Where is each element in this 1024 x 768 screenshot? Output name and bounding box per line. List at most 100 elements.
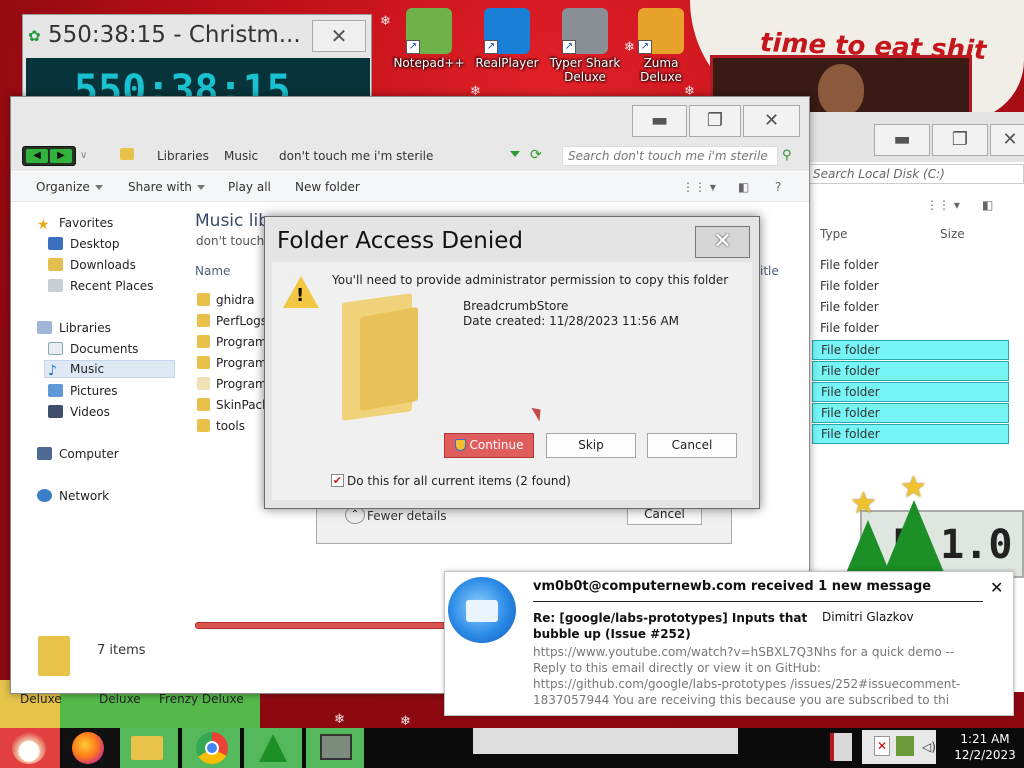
file-type-cell[interactable]: File folder — [812, 256, 1009, 276]
volume-icon[interactable]: ◁) — [922, 740, 936, 754]
search-input[interactable]: Search Local Disk (C:) — [808, 164, 1024, 184]
nav-libraries[interactable]: Libraries — [37, 321, 111, 335]
file-type-cell[interactable]: File folder — [812, 277, 1009, 297]
view-options-icon[interactable]: ⋮⋮ ▾ — [682, 180, 716, 194]
file-row[interactable]: PerfLogs — [197, 314, 267, 328]
folder-icon — [197, 398, 210, 411]
recent-pages-dropdown[interactable]: ∨ — [80, 150, 87, 161]
desktop-icon-label[interactable]: Frenzy Deluxe — [159, 692, 244, 706]
file-row[interactable]: Program — [197, 335, 267, 349]
cancel-button[interactable]: Cancel — [647, 433, 737, 458]
nav-music[interactable]: ♪ Music — [48, 362, 104, 379]
play-all-button[interactable]: Play all — [228, 180, 271, 194]
nav-computer[interactable]: Computer — [37, 447, 119, 461]
notification-close-button[interactable]: ✕ — [990, 578, 1003, 597]
desktop-icon-label[interactable]: Deluxe — [99, 692, 141, 706]
search-input[interactable]: Search don't touch me i'm sterile — [562, 146, 778, 166]
santa-start-icon — [12, 732, 46, 764]
clock-date[interactable]: 12/2/2023 — [946, 748, 1024, 762]
checkmark-icon: ✔ — [332, 474, 343, 487]
close-button[interactable]: ✕ — [743, 105, 800, 137]
christmas-tree-icon — [259, 734, 287, 762]
nav-favorites[interactable]: ★ Favorites — [37, 216, 113, 233]
desktop-icon-typer-shark[interactable]: ↗ Typer Shark Deluxe — [548, 4, 622, 84]
file-type-cell[interactable]: File folder — [812, 424, 1009, 444]
breadcrumb-current-folder[interactable]: don't touch me i'm sterile — [279, 149, 433, 163]
file-row[interactable]: Program — [197, 377, 267, 391]
notification-subject[interactable]: Re: [google/labs-prototypes] Inputs that… — [533, 610, 813, 642]
nav-network[interactable]: Network — [37, 489, 109, 503]
minimize-button[interactable]: ▬ — [874, 124, 930, 156]
libraries-icon — [37, 321, 52, 334]
breadcrumb-music[interactable]: Music — [224, 149, 258, 163]
organize-menu[interactable]: Organize — [36, 180, 103, 194]
desktop-icon-notepad-plus-plus[interactable]: ↗ Notepad++ — [392, 4, 466, 70]
nav-desktop[interactable]: Desktop — [48, 237, 120, 251]
new-folder-button[interactable]: New folder — [295, 180, 360, 194]
file-type-cell[interactable]: File folder — [812, 361, 1009, 381]
continue-label: Continue — [469, 438, 524, 452]
show-hidden-icons-button[interactable] — [830, 733, 852, 761]
desktop-icon-label: Zuma Deluxe — [640, 56, 682, 84]
nav-recent-places[interactable]: Recent Places — [48, 279, 153, 293]
back-button[interactable]: ◀ — [26, 149, 48, 163]
forward-button[interactable]: ▶ — [50, 149, 72, 163]
column-header-type[interactable]: Type — [820, 227, 848, 241]
snowflake-icon: ❄ — [400, 714, 411, 729]
apply-to-all-label[interactable]: Do this for all current items (2 found) — [347, 474, 571, 488]
desktop-icon-label[interactable]: Deluxe — [20, 692, 62, 706]
nav-downloads[interactable]: Downloads — [48, 258, 136, 272]
continue-button[interactable]: Continue — [444, 433, 534, 458]
file-type-cell[interactable]: File folder — [812, 403, 1009, 423]
column-header-name[interactable]: Name — [195, 264, 230, 278]
preview-pane-icon[interactable]: ◧ — [738, 180, 749, 194]
action-center-error-icon[interactable]: ✕ — [874, 736, 890, 756]
refresh-icon[interactable]: ⟳ — [530, 147, 542, 163]
file-type-cell[interactable]: File folder — [812, 298, 1009, 318]
fewer-details-label[interactable]: Fewer details — [367, 509, 447, 523]
column-header-title[interactable]: itle — [760, 264, 779, 278]
large-folder-icon-front — [360, 306, 418, 412]
notification-body[interactable]: https://www.youtube.com/watch?v=hSBXL7Q3… — [533, 644, 983, 708]
maximize-button[interactable]: ❐ — [689, 105, 741, 137]
breadcrumb-libraries[interactable]: Libraries — [157, 149, 209, 163]
file-type-cell[interactable]: File folder — [812, 319, 1009, 339]
column-header-size[interactable]: Size — [940, 227, 965, 241]
desktop-icon-label: Typer Shark Deluxe — [549, 56, 621, 84]
chevron-down-icon — [196, 185, 205, 190]
nav-label: Videos — [70, 405, 110, 419]
search-icon[interactable]: ⚲ — [782, 148, 792, 163]
address-dropdown-icon[interactable] — [510, 151, 520, 157]
file-row[interactable]: SkinPack — [197, 398, 269, 412]
close-button[interactable]: ✕ — [990, 124, 1024, 156]
minimize-button[interactable]: ▬ — [632, 105, 687, 137]
file-row[interactable]: ghidra — [197, 293, 254, 307]
nav-videos[interactable]: Videos — [48, 405, 110, 419]
file-row[interactable]: Program — [197, 356, 267, 370]
nav-pictures[interactable]: Pictures — [48, 384, 118, 398]
desktop-icon-zuma[interactable]: ↗ Zuma Deluxe — [624, 4, 698, 84]
maximize-button[interactable]: ❐ — [932, 124, 988, 156]
skip-button[interactable]: Skip — [546, 433, 636, 458]
share-with-menu[interactable]: Share with — [128, 180, 205, 194]
dialog-close-button[interactable]: ✕ — [695, 226, 750, 258]
help-icon[interactable]: ? — [775, 180, 781, 194]
library-title: Music lib — [195, 211, 270, 231]
maximize-icon: ❐ — [706, 110, 724, 131]
view-options-icon[interactable]: ⋮⋮ ▾ — [926, 198, 960, 212]
apply-to-all-checkbox[interactable]: ✔ — [331, 474, 344, 487]
file-name: ghidra — [216, 293, 255, 307]
network-tray-icon[interactable] — [896, 736, 914, 756]
shortcut-arrow-icon: ↗ — [484, 40, 498, 54]
minimize-icon: ▬ — [650, 110, 668, 131]
file-type-cell[interactable]: File folder — [812, 340, 1009, 360]
file-row[interactable]: tools — [197, 419, 245, 433]
folder-icon — [197, 356, 210, 369]
preview-pane-icon[interactable]: ◧ — [982, 198, 993, 212]
close-button[interactable]: ✕ — [312, 20, 366, 52]
desktop-icon-realplayer[interactable]: ↗ RealPlayer — [470, 4, 544, 70]
clock-time[interactable]: 1:21 AM — [946, 732, 1024, 746]
taskbar-empty-button[interactable] — [473, 728, 738, 754]
nav-documents[interactable]: Documents — [48, 342, 138, 356]
file-type-cell[interactable]: File folder — [812, 382, 1009, 402]
